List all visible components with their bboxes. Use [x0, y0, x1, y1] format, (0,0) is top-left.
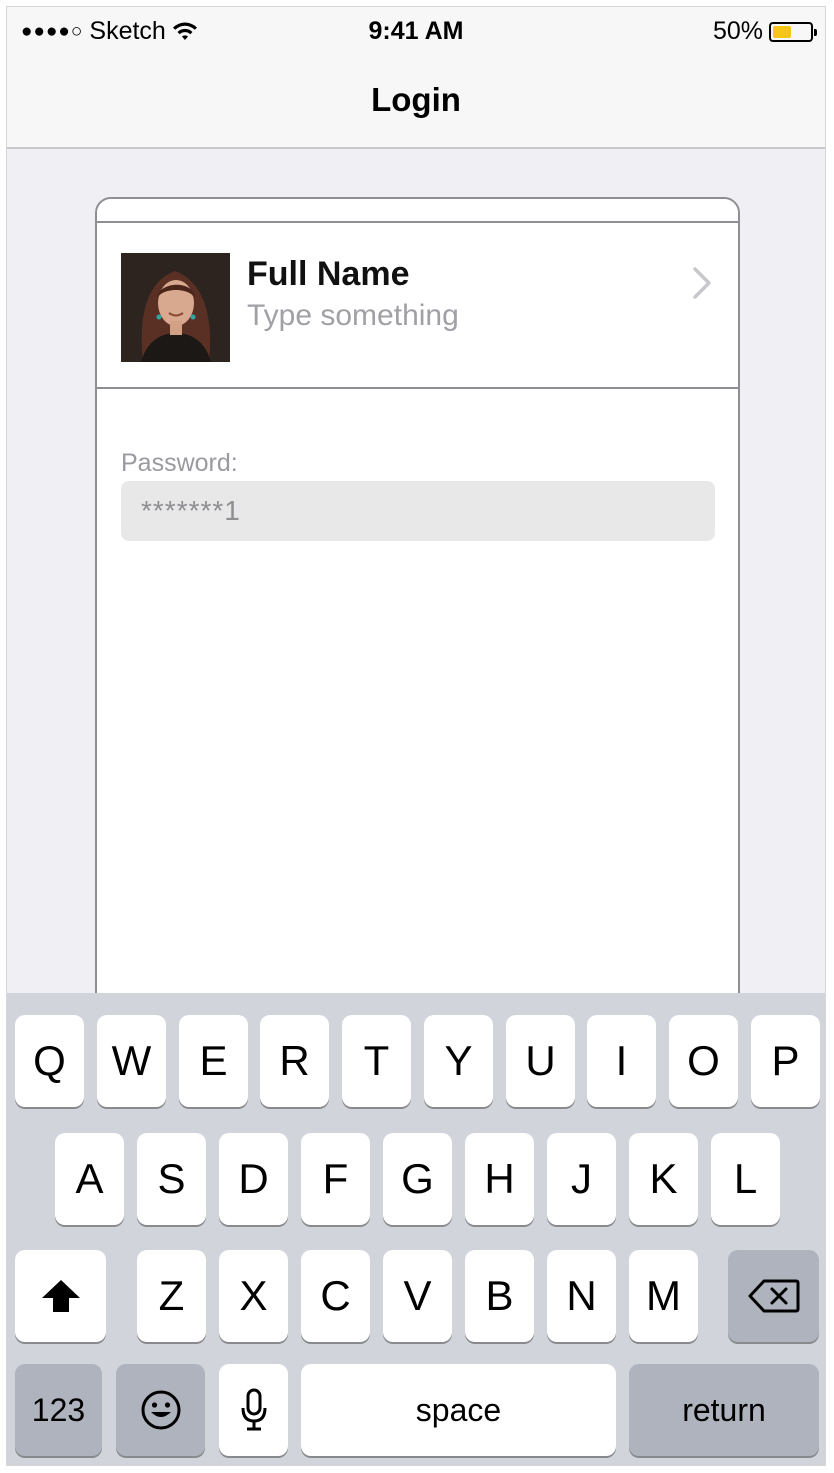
key-y[interactable]: Y — [424, 1015, 493, 1107]
avatar — [121, 253, 230, 362]
emoji-icon — [141, 1390, 180, 1430]
chevron-right-icon — [693, 267, 711, 299]
password-label: Password: — [121, 449, 238, 477]
battery-level — [773, 25, 791, 38]
profile-name: Full Name — [247, 255, 410, 293]
backspace-icon — [748, 1279, 799, 1313]
status-right: 50% — [712, 17, 817, 46]
shift-key[interactable] — [15, 1250, 106, 1342]
shift-arrow-icon — [41, 1280, 80, 1312]
battery-percent: 50% — [712, 17, 763, 45]
key-h[interactable]: H — [465, 1133, 534, 1225]
key-a[interactable]: A — [55, 1133, 124, 1225]
key-n[interactable]: N — [547, 1250, 616, 1342]
key-m[interactable]: M — [629, 1250, 698, 1342]
page-title: Login — [371, 81, 461, 118]
card-top-strip — [97, 199, 738, 223]
navigation-bar: ●●●●○ Sketch 9:41 AM 50% Login — [7, 7, 825, 149]
keyboard: Q W E R T Y U I O P A S D F G H J K L Z … — [7, 993, 825, 1465]
key-k[interactable]: K — [629, 1133, 698, 1225]
key-i[interactable]: I — [587, 1015, 656, 1107]
key-r[interactable]: R — [260, 1015, 329, 1107]
phone-screen: ●●●●○ Sketch 9:41 AM 50% Login Full Name… — [6, 6, 826, 1466]
key-c[interactable]: C — [301, 1250, 370, 1342]
key-t[interactable]: T — [342, 1015, 411, 1107]
microphone-icon — [241, 1388, 266, 1431]
key-l[interactable]: L — [711, 1133, 780, 1225]
space-key[interactable]: space — [301, 1364, 616, 1456]
microphone-key[interactable] — [219, 1364, 288, 1456]
key-w[interactable]: W — [97, 1015, 166, 1107]
profile-subtitle: Type something — [247, 299, 459, 332]
key-f[interactable]: F — [301, 1133, 370, 1225]
key-v[interactable]: V — [383, 1250, 452, 1342]
numbers-key[interactable]: 123 — [15, 1364, 102, 1456]
avatar-photo — [121, 253, 230, 362]
key-q[interactable]: Q — [15, 1015, 84, 1107]
return-key[interactable]: return — [629, 1364, 819, 1456]
emoji-key[interactable] — [116, 1364, 205, 1456]
key-u[interactable]: U — [506, 1015, 575, 1107]
key-p[interactable]: P — [751, 1015, 820, 1107]
battery-tip — [814, 28, 817, 36]
key-s[interactable]: S — [137, 1133, 206, 1225]
battery-icon — [769, 21, 817, 42]
key-e[interactable]: E — [179, 1015, 248, 1107]
profile-row[interactable]: Full Name Type something — [97, 223, 738, 389]
key-d[interactable]: D — [219, 1133, 288, 1225]
key-x[interactable]: X — [219, 1250, 288, 1342]
key-g[interactable]: G — [383, 1133, 452, 1225]
status-time: 9:41 AM — [368, 17, 464, 45]
key-o[interactable]: O — [669, 1015, 738, 1107]
key-j[interactable]: J — [547, 1133, 616, 1225]
key-z[interactable]: Z — [137, 1250, 206, 1342]
password-field[interactable]: *******1 — [121, 481, 715, 541]
backspace-key[interactable] — [728, 1250, 819, 1342]
key-b[interactable]: B — [465, 1250, 534, 1342]
